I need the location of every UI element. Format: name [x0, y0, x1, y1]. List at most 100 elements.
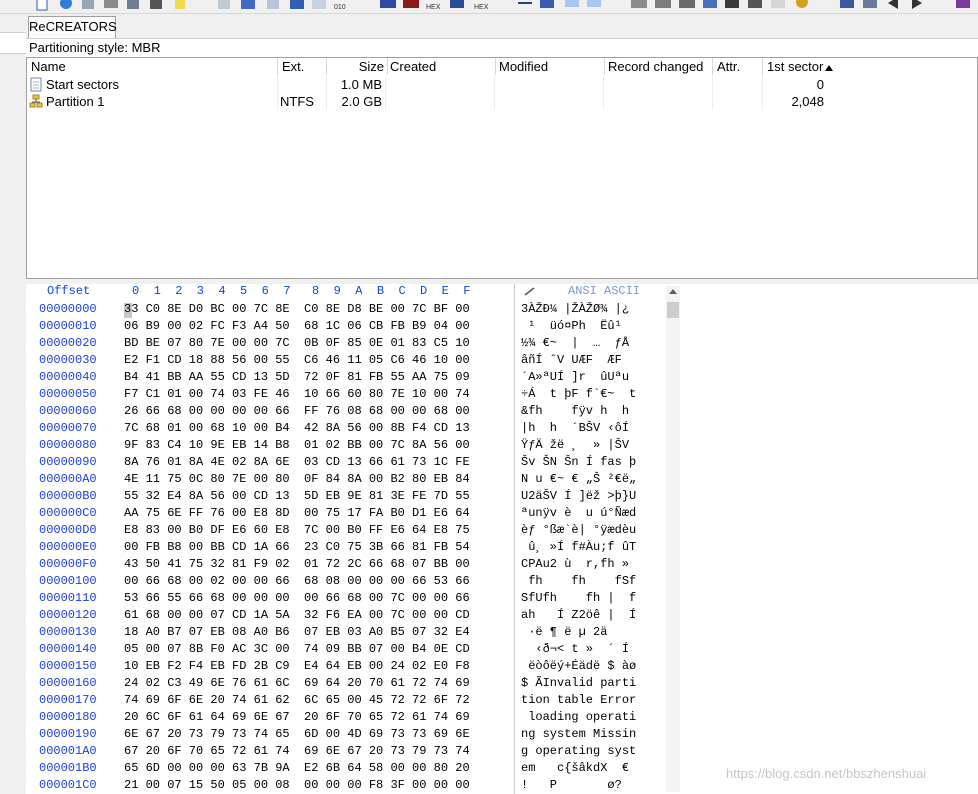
- hex-bytes[interactable]: 53 66 55 66 68 00 00 00 00 66 68 00 7C 0…: [124, 590, 470, 607]
- paste-special-icon[interactable]: [267, 0, 279, 9]
- table-icon[interactable]: [863, 0, 877, 8]
- column-header-record-changed[interactable]: Record changed: [604, 58, 713, 75]
- save-icon[interactable]: [82, 0, 94, 9]
- hex-bytes[interactable]: 06 B9 00 02 FC F3 A4 50 68 1C 06 CB FB B…: [124, 318, 470, 335]
- hex-bytes[interactable]: 33 C0 8E D0 BC 00 7C 8E C0 8E D8 BE 00 7…: [124, 301, 470, 318]
- hex-row[interactable]: 00000140 05 00 07 8B F0 AC 3C 00 74 09 BB…: [26, 641, 666, 658]
- properties-icon[interactable]: [127, 0, 139, 9]
- pencil-icon[interactable]: [523, 286, 537, 297]
- ansi-text[interactable]: ! P ø?: [521, 777, 622, 794]
- ansi-text[interactable]: ½¾ €~ | … ƒÅ: [521, 335, 629, 352]
- hex-bytes[interactable]: E8 83 00 B0 DF E6 60 E8 7C 00 B0 FF E6 6…: [124, 522, 470, 539]
- column-header-size[interactable]: Size: [327, 58, 388, 75]
- list-row[interactable]: Partition 1 NTFS 2.0 GB 2,048: [27, 93, 827, 110]
- hex-bytes[interactable]: E2 F1 CD 18 88 56 00 55 C6 46 11 05 C6 4…: [124, 352, 470, 369]
- ansi-text[interactable]: SfUfh fh | f: [521, 590, 636, 607]
- next-icon[interactable]: [912, 0, 922, 9]
- ansi-text[interactable]: N u €~ € „Š ²€ë„: [521, 471, 636, 488]
- hex-bytes[interactable]: 6E 67 20 73 79 73 74 65 6D 00 4D 69 73 7…: [124, 726, 470, 743]
- column-header-modified[interactable]: Modified: [495, 58, 605, 75]
- hex-row[interactable]: 00000020 BD BE 07 80 7E 00 00 7C 0B 0F 85…: [26, 335, 666, 352]
- ansi-text[interactable]: ·ë ¶ ë µ 2ä: [521, 624, 607, 641]
- ansi-text[interactable]: ¹ üó¤Ph Ëû¹: [521, 318, 622, 335]
- ansi-text[interactable]: fh fh fSf: [521, 573, 636, 590]
- hex-row[interactable]: 00000070 7C 68 01 00 68 10 00 B4 42 8A 56…: [26, 420, 666, 437]
- hex-bytes[interactable]: 65 6D 00 00 00 63 7B 9A E2 6B 64 58 00 0…: [124, 760, 470, 777]
- search-icon[interactable]: [380, 0, 396, 8]
- hex-bytes[interactable]: 10 EB F2 F4 EB FD 2B C9 E4 64 EB 00 24 0…: [124, 658, 470, 675]
- paste-icon[interactable]: [241, 0, 255, 9]
- hex-row[interactable]: 000000A0 4E 11 75 0C 80 7E 00 80 0F 84 8A…: [26, 471, 666, 488]
- ansi-text[interactable]: û¸ »Í f#Àu;f ûT: [521, 539, 636, 556]
- network-icon[interactable]: [771, 0, 785, 8]
- hex-row[interactable]: 00000130 18 A0 B7 07 EB 08 A0 B6 07 EB 03…: [26, 624, 666, 641]
- hex-row[interactable]: 00000170 74 69 6F 6E 20 74 61 62 6C 65 00…: [26, 692, 666, 709]
- hex-row[interactable]: 00000180 20 6C 6F 61 64 69 6E 67 20 6F 70…: [26, 709, 666, 726]
- ansi-text[interactable]: Šv ŠN Šn Í fas þ: [521, 454, 636, 471]
- hex-row[interactable]: 00000030 E2 F1 CD 18 88 56 00 55 C6 46 11…: [26, 352, 666, 369]
- hex-row[interactable]: 00000160 24 02 C3 49 6E 76 61 6C 69 64 20…: [26, 675, 666, 692]
- hex-row[interactable]: 00000090 8A 76 01 8A 4E 02 8A 6E 03 CD 13…: [26, 454, 666, 471]
- hex-bytes[interactable]: 61 68 00 00 07 CD 1A 5A 32 F6 EA 00 7C 0…: [124, 607, 470, 624]
- hex-bytes[interactable]: BD BE 07 80 7E 00 00 7C 0B 0F 85 0E 01 8…: [124, 335, 470, 352]
- hex-icon[interactable]: [290, 0, 304, 9]
- hex-bytes[interactable]: 55 32 E4 8A 56 00 CD 13 5D EB 9E 81 3E F…: [124, 488, 470, 505]
- hex-bytes[interactable]: 9F 83 C4 10 9E EB 14 B8 01 02 BB 00 7C 8…: [124, 437, 470, 454]
- hex-row[interactable]: 00000080 9F 83 C4 10 9E EB 14 B8 01 02 BB…: [26, 437, 666, 454]
- ansi-text[interactable]: ´A»ªUÍ ]r ûUªu: [521, 369, 629, 386]
- copy-icon[interactable]: [175, 0, 185, 9]
- hex-row[interactable]: 000000F0 43 50 41 75 32 81 F9 02 01 72 2C…: [26, 556, 666, 573]
- hex-row[interactable]: 000001A0 67 20 6F 70 65 72 61 74 69 6E 67…: [26, 743, 666, 760]
- column-header-name[interactable]: Name: [27, 58, 278, 75]
- hex-bytes[interactable]: 8A 76 01 8A 4E 02 8A 6E 03 CD 13 66 61 7…: [124, 454, 470, 471]
- hex-row[interactable]: 000000C0 AA 75 6E FF 76 00 E8 8D 00 75 17…: [26, 505, 666, 522]
- ansi-text[interactable]: $ ÃInvalid parti: [521, 675, 636, 692]
- forward-icon[interactable]: [587, 0, 601, 7]
- ansi-text[interactable]: CPAu2 ù r,fh »: [521, 556, 629, 573]
- bookmark-icon[interactable]: [150, 0, 162, 9]
- hex-row[interactable]: 000001B0 65 6D 00 00 00 63 7B 9A E2 6B 64…: [26, 760, 666, 777]
- prev-icon[interactable]: [888, 0, 898, 9]
- scroll-thumb[interactable]: [667, 302, 679, 318]
- ansi-text[interactable]: ah Í Z2öê | Í: [521, 607, 636, 624]
- ansi-text[interactable]: èƒ °ßæ`è| °ÿædèu: [521, 522, 636, 539]
- hex-editor[interactable]: Offset 0 1 2 3 4 5 6 7 8 9 A B C D E F A…: [26, 284, 978, 794]
- column-header-attr[interactable]: Attr.: [713, 58, 763, 75]
- disk-icon[interactable]: [631, 0, 647, 8]
- ansi-text[interactable]: g operating syst: [521, 743, 636, 760]
- replace-icon[interactable]: [450, 0, 464, 8]
- ansi-text[interactable]: em c{šâkdX €: [521, 760, 629, 777]
- ansi-text[interactable]: |h h ´BŠV ‹ôÍ: [521, 420, 629, 437]
- user-icon[interactable]: [748, 0, 762, 8]
- vertical-scrollbar[interactable]: [666, 286, 680, 792]
- ansi-text[interactable]: ÷Á t þF f`€~ t: [521, 386, 636, 403]
- goto-sector-icon[interactable]: [540, 0, 554, 8]
- open-icon[interactable]: [60, 0, 72, 9]
- hex-row[interactable]: 00000060 26 66 68 00 00 00 00 66 FF 76 08…: [26, 403, 666, 420]
- ansi-text[interactable]: tion table Error: [521, 692, 636, 709]
- settings-icon[interactable]: [725, 0, 739, 8]
- hex-bytes[interactable]: 43 50 41 75 32 81 F9 02 01 72 2C 66 68 0…: [124, 556, 470, 573]
- hex-bytes[interactable]: 00 FB B8 00 BB CD 1A 66 23 C0 75 3B 66 8…: [124, 539, 470, 556]
- ram-icon[interactable]: [679, 0, 695, 8]
- calculator-icon[interactable]: [703, 0, 717, 8]
- hex-row[interactable]: 00000050 F7 C1 01 00 74 03 FE 46 10 66 60…: [26, 386, 666, 403]
- ansi-text[interactable]: U2äŠV Í ]ëž >þ}U: [521, 488, 636, 505]
- column-header-first-sector[interactable]: 1st sector: [763, 58, 836, 75]
- ansi-text[interactable]: ng system Missin: [521, 726, 636, 743]
- hex-row[interactable]: 00000100 00 66 68 00 02 00 00 66 68 08 00…: [26, 573, 666, 590]
- hex-bytes[interactable]: 67 20 6F 70 65 72 61 74 69 6E 67 20 73 7…: [124, 743, 470, 760]
- hex-bytes[interactable]: 20 6C 6F 61 64 69 6E 67 20 6F 70 65 72 6…: [124, 709, 470, 726]
- hex-row[interactable]: 000001C0 21 00 07 15 50 05 00 08 00 00 00…: [26, 777, 666, 794]
- ansi-ascii-header[interactable]: ANSI ASCII: [568, 284, 640, 299]
- hex-bytes[interactable]: B4 41 BB AA 55 CD 13 5D 72 0F 81 FB 55 A…: [124, 369, 470, 386]
- gear-icon[interactable]: [796, 0, 808, 8]
- hex-bytes[interactable]: 00 66 68 00 02 00 00 66 68 08 00 00 00 6…: [124, 573, 470, 590]
- hex-row[interactable]: 00000190 6E 67 20 73 79 73 74 65 6D 00 4D…: [26, 726, 666, 743]
- ansi-text[interactable]: &fh fÿv h h: [521, 403, 629, 420]
- hex-row[interactable]: 00000110 53 66 55 66 68 00 00 00 00 66 68…: [26, 590, 666, 607]
- book-icon[interactable]: [956, 0, 970, 8]
- hex-bytes[interactable]: 05 00 07 8B F0 AC 3C 00 74 09 BB 07 00 B…: [124, 641, 470, 658]
- hex-bytes[interactable]: 74 69 6F 6E 20 74 61 62 6C 65 00 45 72 7…: [124, 692, 470, 709]
- ansi-text[interactable]: loading operati: [521, 709, 636, 726]
